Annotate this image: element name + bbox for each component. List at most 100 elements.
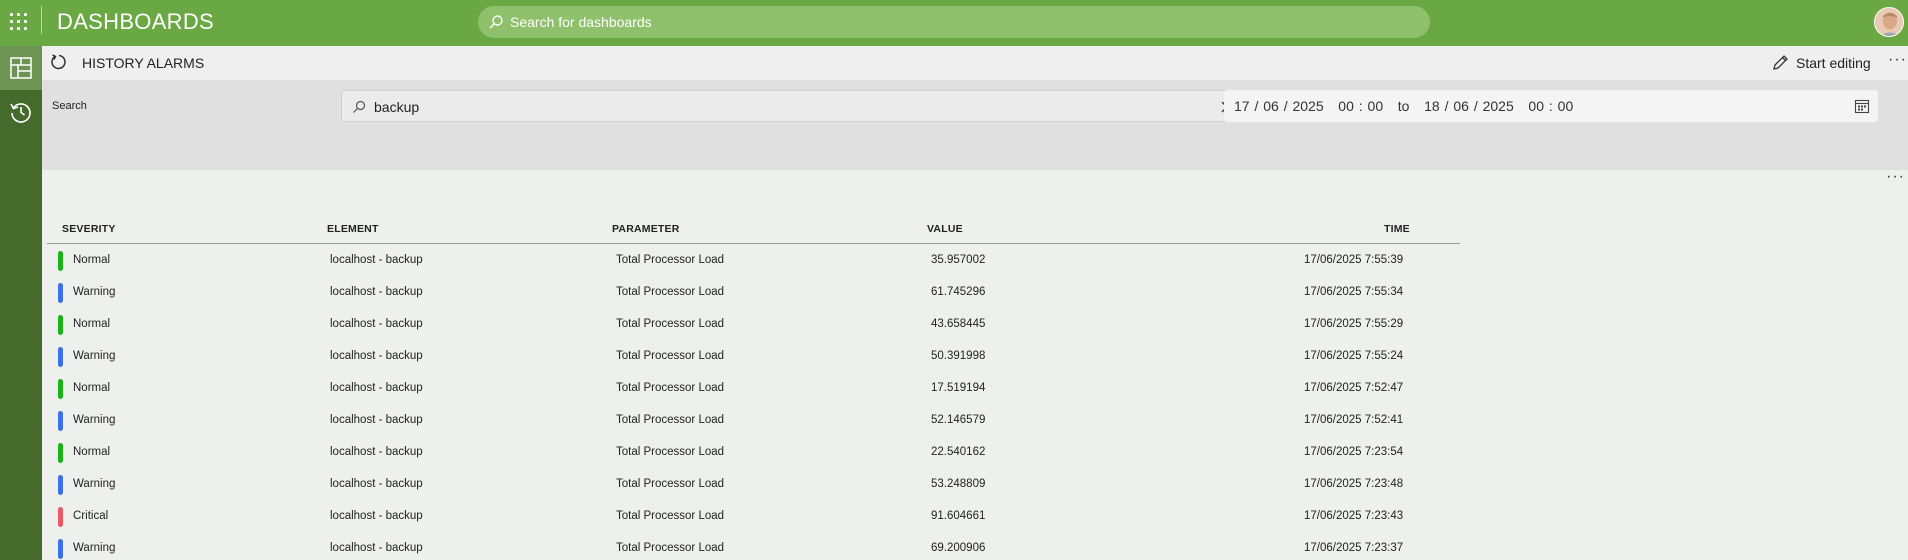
time-cell: 17/06/2025 7:23:37	[1304, 542, 1404, 554]
refresh-icon[interactable]	[50, 53, 68, 76]
severity-indicator	[58, 443, 63, 463]
element-cell: localhost - backup	[330, 382, 423, 394]
element-cell: localhost - backup	[330, 350, 423, 362]
severity-cell: Warning	[73, 286, 116, 298]
time-cell: 17/06/2025 7:55:29	[1304, 318, 1404, 330]
parameter-cell: Total Processor Load	[616, 510, 725, 522]
column-time[interactable]: TIME	[1384, 223, 1410, 235]
column-element[interactable]: ELEMENT	[327, 223, 379, 235]
date-range-picker[interactable]: 17 / 06 / 2025 00 : 00 to 18 / 06 / 2025…	[1224, 90, 1878, 122]
severity-indicator	[58, 251, 63, 271]
severity-cell: Warning	[73, 350, 116, 362]
severity-indicator	[58, 475, 63, 495]
page-header: HISTORY ALARMS Start editing ···	[42, 46, 1908, 80]
time-cell: 17/06/2025 7:55:34	[1304, 286, 1404, 298]
start-editing-label: Start editing	[1796, 55, 1871, 71]
severity-indicator	[58, 315, 63, 335]
nav-dashboards[interactable]	[0, 46, 42, 90]
value-cell: 35.957002	[931, 254, 986, 266]
alarm-search-box	[341, 90, 1245, 122]
parameter-cell: Total Processor Load	[616, 286, 725, 298]
element-cell: localhost - backup	[330, 446, 423, 458]
severity-cell: Critical	[73, 510, 109, 522]
date-range-text: 17 / 06 / 2025 00 : 00 to 18 / 06 / 2025…	[1234, 98, 1574, 114]
value-cell: 69.200906	[931, 542, 986, 554]
left-navigation	[0, 46, 42, 560]
parameter-cell: Total Processor Load	[616, 382, 725, 394]
page-more-options[interactable]: ···	[1888, 51, 1907, 69]
time-cell: 17/06/2025 7:23:43	[1304, 510, 1404, 522]
time-cell: 17/06/2025 7:23:54	[1304, 446, 1404, 458]
severity-cell: Warning	[73, 542, 116, 554]
element-cell: localhost - backup	[330, 318, 423, 330]
calendar-icon[interactable]	[1854, 98, 1870, 114]
severity-cell: Warning	[73, 414, 116, 426]
severity-cell: Normal	[73, 446, 111, 458]
severity-indicator	[58, 539, 63, 559]
time-cell: 17/06/2025 7:55:24	[1304, 350, 1404, 362]
time-cell: 17/06/2025 7:52:47	[1304, 382, 1404, 394]
search-input[interactable]	[374, 97, 1194, 117]
element-cell: localhost - backup	[330, 414, 423, 426]
user-avatar[interactable]	[1874, 7, 1904, 37]
table-row[interactable]: Warning localhost - backup Total Processor…	[47, 469, 1460, 501]
severity-indicator	[58, 347, 63, 367]
app-title: DASHBOARDS	[57, 9, 215, 34]
table-row[interactable]: Warning localhost - backup Total Processor…	[47, 277, 1460, 309]
top-bar: DASHBOARDS Search for dashboards	[0, 0, 1908, 46]
search-label: Search	[52, 100, 87, 112]
table-row[interactable]: Warning localhost - backup Total Processor…	[47, 341, 1460, 373]
severity-cell: Normal	[73, 318, 111, 330]
value-cell: 53.248809	[931, 478, 986, 490]
parameter-cell: Total Processor Load	[616, 350, 725, 362]
time-cell: 17/06/2025 7:23:48	[1304, 478, 1404, 490]
search-placeholder: Search for dashboards	[510, 14, 652, 30]
pencil-icon	[1773, 55, 1788, 70]
divider	[41, 6, 42, 34]
table-header: SEVERITY ELEMENT PARAMETER VALUE TIME	[47, 220, 1460, 244]
nav-history[interactable]	[0, 90, 42, 134]
element-cell: localhost - backup	[330, 542, 423, 554]
parameter-cell: Total Processor Load	[616, 318, 725, 330]
parameter-cell: Total Processor Load	[616, 478, 725, 490]
value-cell: 22.540162	[931, 446, 986, 458]
table-row[interactable]: Normal localhost - backup Total Processor …	[47, 245, 1460, 277]
element-cell: localhost - backup	[330, 254, 423, 266]
column-parameter[interactable]: PARAMETER	[612, 223, 680, 235]
alarms-table: ··· SEVERITY ELEMENT PARAMETER VALUE TIM…	[47, 168, 1908, 560]
parameter-cell: Total Processor Load	[616, 414, 725, 426]
table-row[interactable]: Normal localhost - backup Total Processor …	[47, 309, 1460, 341]
severity-cell: Warning	[73, 478, 116, 490]
table-row[interactable]: Warning localhost - backup Total Processor…	[47, 405, 1460, 437]
severity-indicator	[58, 283, 63, 303]
search-icon	[353, 100, 366, 113]
element-cell: localhost - backup	[330, 286, 423, 298]
element-cell: localhost - backup	[330, 478, 423, 490]
table-row[interactable]: Normal localhost - backup Total Processor …	[47, 373, 1460, 405]
parameter-cell: Total Processor Load	[616, 254, 725, 266]
value-cell: 52.146579	[931, 414, 986, 426]
value-cell: 91.604661	[931, 510, 986, 522]
element-cell: localhost - backup	[330, 510, 423, 522]
page-title: HISTORY ALARMS	[82, 55, 205, 71]
table-row[interactable]: Critical localhost - backup Total Processo…	[47, 501, 1460, 533]
dashboard-search[interactable]: Search for dashboards	[478, 6, 1430, 38]
search-icon	[489, 15, 503, 29]
severity-indicator	[58, 507, 63, 527]
parameter-cell: Total Processor Load	[616, 542, 725, 554]
severity-indicator	[58, 379, 63, 399]
history-icon	[10, 103, 31, 123]
value-cell: 43.658445	[931, 318, 986, 330]
table-row[interactable]: Warning localhost - backup Total Processor…	[47, 533, 1460, 560]
value-cell: 61.745296	[931, 286, 986, 298]
value-cell: 50.391998	[931, 350, 986, 362]
time-cell: 17/06/2025 7:52:41	[1304, 414, 1404, 426]
column-severity[interactable]: SEVERITY	[62, 223, 116, 235]
column-value[interactable]: VALUE	[927, 223, 963, 235]
table-row[interactable]: Normal localhost - backup Total Processor …	[47, 437, 1460, 469]
apps-grid-icon[interactable]	[8, 11, 30, 33]
value-cell: 17.519194	[931, 382, 986, 394]
table-more-options[interactable]: ···	[1886, 168, 1905, 186]
severity-cell: Normal	[73, 382, 111, 394]
parameter-cell: Total Processor Load	[616, 446, 725, 458]
